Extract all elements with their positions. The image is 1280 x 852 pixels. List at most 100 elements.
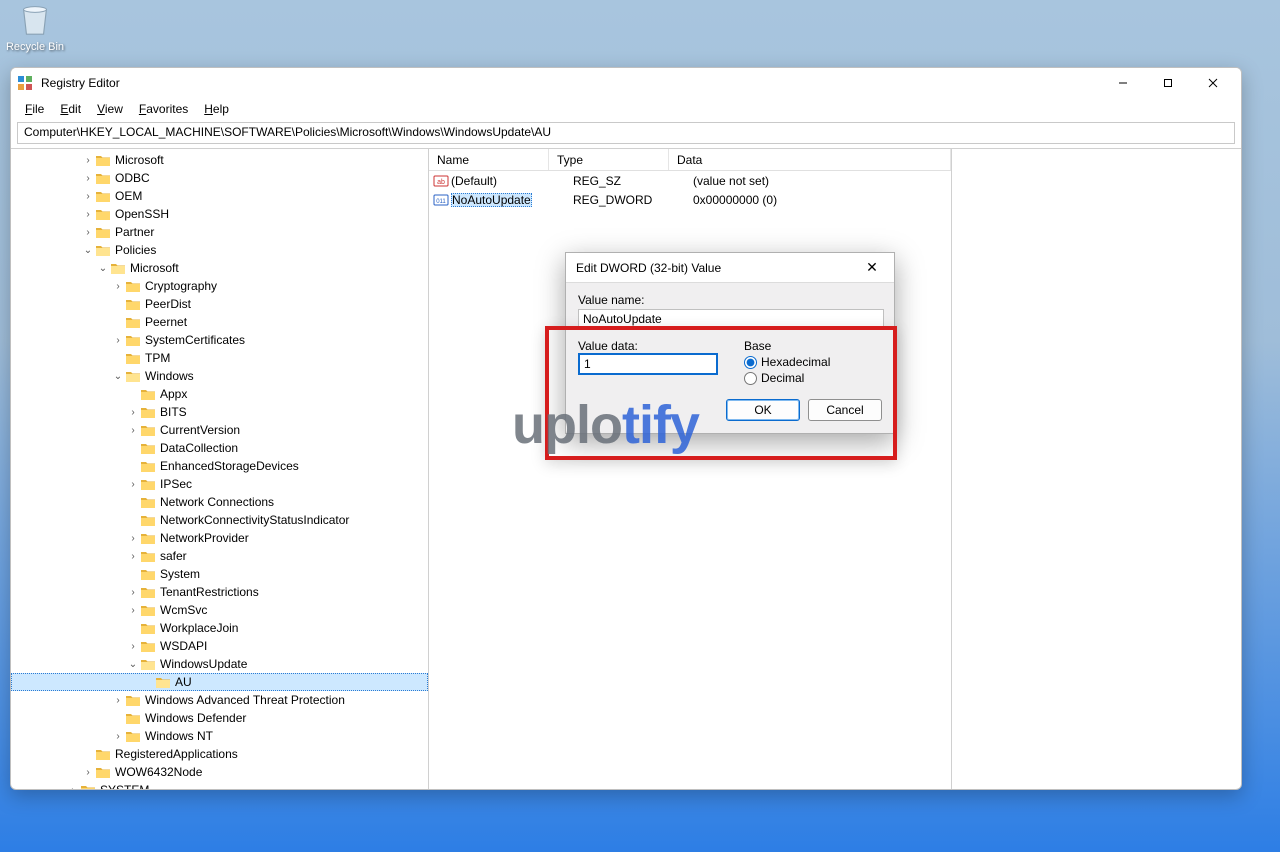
tree-node-label: ODBC xyxy=(115,171,150,185)
tree-node-watp[interactable]: ›Windows Advanced Threat Protection xyxy=(11,691,428,709)
col-data[interactable]: Data xyxy=(669,149,951,170)
tree-node-tpm[interactable]: TPM xyxy=(11,349,428,367)
list-pane[interactable]: Name Type Data ab(Default)REG_SZ(value n… xyxy=(429,149,951,789)
value-type: REG_DWORD xyxy=(565,193,685,207)
tree-node-label: Network Connections xyxy=(160,495,274,509)
tree-node-policies[interactable]: ⌄Policies xyxy=(11,241,428,259)
expander-icon[interactable]: ⌄ xyxy=(126,659,140,670)
tree-node-system_root[interactable]: › SYSTEM xyxy=(11,781,428,789)
folder-icon xyxy=(125,693,141,707)
radio-hex-input[interactable] xyxy=(744,356,757,369)
col-type[interactable]: Type xyxy=(549,149,669,170)
ok-button[interactable]: OK xyxy=(726,399,800,421)
expander-icon[interactable]: › xyxy=(81,227,95,238)
expander-icon[interactable]: › xyxy=(111,281,125,292)
tree-node-label: Appx xyxy=(160,387,187,401)
tree-node-appx[interactable]: Appx xyxy=(11,385,428,403)
expander-icon[interactable]: › xyxy=(126,605,140,616)
close-button[interactable] xyxy=(1190,68,1235,98)
expander-icon[interactable]: › xyxy=(111,335,125,346)
tree-node-datacollection[interactable]: DataCollection xyxy=(11,439,428,457)
tree-node-wow64[interactable]: ›WOW6432Node xyxy=(11,763,428,781)
desktop-recycle-bin[interactable]: Recycle Bin xyxy=(5,0,65,53)
tree-node-microsoft[interactable]: ›Microsoft xyxy=(11,151,428,169)
radio-decimal[interactable]: Decimal xyxy=(744,371,830,385)
list-row[interactable]: 011NoAutoUpdateREG_DWORD0x00000000 (0) xyxy=(429,190,951,209)
tree-node-safer[interactable]: ›safer xyxy=(11,547,428,565)
expander-icon[interactable]: › xyxy=(126,425,140,436)
expander-icon[interactable]: › xyxy=(81,173,95,184)
tree-node-label: Microsoft xyxy=(130,261,179,275)
tree-node-windows[interactable]: ⌄Windows xyxy=(11,367,428,385)
menu-edit[interactable]: Edit xyxy=(54,100,87,118)
tree-pane[interactable]: ›Microsoft›ODBC›OEM›OpenSSH›Partner⌄Poli… xyxy=(11,149,429,789)
expander-icon[interactable]: › xyxy=(126,407,140,418)
radio-hexadecimal[interactable]: Hexadecimal xyxy=(744,355,830,369)
tree-node-systemcertificates[interactable]: ›SystemCertificates xyxy=(11,331,428,349)
tree-node-peernet[interactable]: Peernet xyxy=(11,313,428,331)
tree-node-tenant[interactable]: › TenantRestrictions xyxy=(11,583,428,601)
tree-node-workplace[interactable]: WorkplaceJoin xyxy=(11,619,428,637)
expander-icon[interactable]: › xyxy=(126,479,140,490)
tree-node-openssh[interactable]: › OpenSSH xyxy=(11,205,428,223)
expander-icon[interactable]: › xyxy=(81,191,95,202)
tree-node-label: Windows NT xyxy=(145,729,213,743)
folder-icon xyxy=(125,315,141,329)
expander-icon[interactable]: › xyxy=(126,587,140,598)
tree-node-esd[interactable]: EnhancedStorageDevices xyxy=(11,457,428,475)
tree-node-regapps[interactable]: RegisteredApplications xyxy=(11,745,428,763)
expander-icon[interactable]: › xyxy=(126,551,140,562)
tree-node-ncsi[interactable]: NetworkConnectivityStatusIndicator xyxy=(11,511,428,529)
list-header: Name Type Data xyxy=(429,149,951,171)
tree-node-au[interactable]: AU xyxy=(11,673,428,691)
menu-view[interactable]: View xyxy=(91,100,129,118)
value-name-field[interactable]: NoAutoUpdate xyxy=(578,309,884,329)
value-data-input[interactable] xyxy=(578,353,718,375)
minimize-button[interactable] xyxy=(1100,68,1145,98)
maximize-button[interactable] xyxy=(1145,68,1190,98)
tree-node-label: TenantRestrictions xyxy=(160,585,259,599)
expander-icon[interactable]: › xyxy=(81,209,95,220)
tree-node-defender[interactable]: Windows Defender xyxy=(11,709,428,727)
expander-icon[interactable]: › xyxy=(111,731,125,742)
expander-icon[interactable]: › xyxy=(126,533,140,544)
tree-node-oem[interactable]: ›OEM xyxy=(11,187,428,205)
dialog-close-button[interactable]: ✕ xyxy=(860,256,884,280)
col-name[interactable]: Name xyxy=(429,149,549,170)
tree-node-pol_microsoft[interactable]: ⌄ Microsoft xyxy=(11,259,428,277)
radio-dec-input[interactable] xyxy=(744,372,757,385)
tree-node-currentversion[interactable]: ›CurrentVersion xyxy=(11,421,428,439)
expander-icon[interactable]: › xyxy=(81,155,95,166)
tree-node-odbc[interactable]: › ODBC xyxy=(11,169,428,187)
tree-node-wsdapi[interactable]: ›WSDAPI xyxy=(11,637,428,655)
tree-node-netprov[interactable]: ›NetworkProvider xyxy=(11,529,428,547)
cancel-button[interactable]: Cancel xyxy=(808,399,882,421)
address-bar[interactable]: Computer\HKEY_LOCAL_MACHINE\SOFTWARE\Pol… xyxy=(17,122,1235,144)
tree-node-wcmsvc[interactable]: › WcmSvc xyxy=(11,601,428,619)
tree-node-ipsec[interactable]: ›IPSec xyxy=(11,475,428,493)
desktop-recycle-bin-label: Recycle Bin xyxy=(5,41,65,53)
list-row[interactable]: ab(Default)REG_SZ(value not set) xyxy=(429,171,951,190)
expander-icon[interactable]: › xyxy=(126,641,140,652)
tree-node-label: WcmSvc xyxy=(160,603,207,617)
expander-icon[interactable]: › xyxy=(81,767,95,778)
tree-node-label: WorkplaceJoin xyxy=(160,621,238,635)
expander-icon[interactable]: ⌄ xyxy=(81,245,95,256)
tree-node-bits[interactable]: ›BITS xyxy=(11,403,428,421)
tree-node-winnt[interactable]: › Windows NT xyxy=(11,727,428,745)
tree-node-partner[interactable]: ›Partner xyxy=(11,223,428,241)
expander-icon[interactable]: ⌄ xyxy=(111,371,125,382)
menu-help[interactable]: Help xyxy=(198,100,235,118)
expander-icon[interactable]: › xyxy=(66,785,80,790)
tree-node-windowsupdate[interactable]: ⌄WindowsUpdate xyxy=(11,655,428,673)
tree-node-cryptography[interactable]: ›Cryptography xyxy=(11,277,428,295)
tree-node-peerdist[interactable]: PeerDist xyxy=(11,295,428,313)
expander-icon[interactable]: ⌄ xyxy=(96,263,110,274)
menu-favorites[interactable]: Favorites xyxy=(133,100,194,118)
tree-node-system[interactable]: System xyxy=(11,565,428,583)
tree-node-netconn[interactable]: Network Connections xyxy=(11,493,428,511)
menu-file[interactable]: File xyxy=(19,100,50,118)
tree-node-label: SYSTEM xyxy=(100,783,149,789)
tree-node-label: OpenSSH xyxy=(115,207,169,221)
expander-icon[interactable]: › xyxy=(111,695,125,706)
